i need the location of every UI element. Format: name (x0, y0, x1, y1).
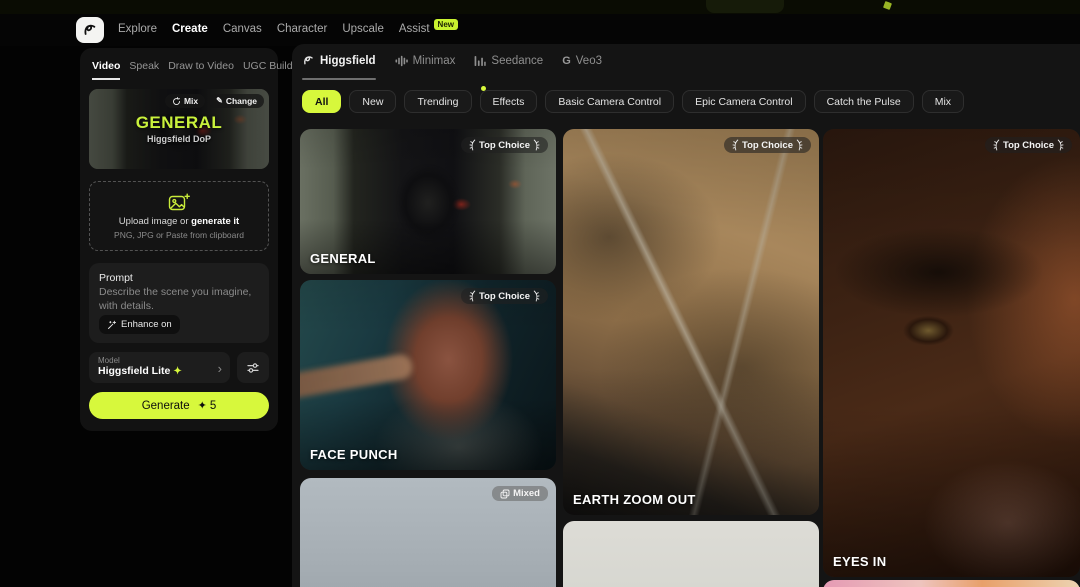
waveform-icon (395, 55, 408, 67)
preset-card-untitled-1[interactable] (563, 521, 819, 587)
upload-hint: PNG, JPG or Paste from clipboard (114, 230, 244, 240)
generate-button[interactable]: Generate ✦ 5 (89, 392, 269, 419)
sliders-icon (246, 361, 260, 375)
filter-epic-camera-control[interactable]: Epic Camera Control (682, 90, 805, 113)
laurel-left-icon (732, 139, 739, 151)
tab-seedance[interactable]: Seedance (474, 55, 543, 67)
new-badge: New (434, 19, 458, 30)
tab-minimax[interactable]: Minimax (395, 55, 456, 67)
nav-create[interactable]: Create (172, 23, 208, 35)
top-choice-badge: Top Choice (985, 137, 1072, 153)
nav-character[interactable]: Character (277, 23, 328, 35)
top-choice-badge: Top Choice (461, 137, 548, 153)
filter-all[interactable]: All (302, 90, 341, 113)
generate-credits: ✦ 5 (198, 399, 217, 412)
prompt-input[interactable]: Prompt Describe the scene you imagine, w… (89, 263, 269, 343)
upload-text: Upload image or generate it (119, 216, 239, 227)
preset-card-untitled-2[interactable] (823, 580, 1080, 587)
prompt-label: Prompt (99, 272, 259, 284)
top-choice-badge: Top Choice (724, 137, 811, 153)
filter-effects[interactable]: Effects (480, 90, 538, 113)
card-title: FACE PUNCH (310, 447, 398, 462)
preset-subtitle: Higgsfield DoP (89, 134, 269, 144)
tab-veo3[interactable]: G Veo3 (562, 55, 602, 67)
model-label: Model (98, 356, 221, 365)
tab-speak[interactable]: Speak (129, 60, 159, 78)
preset-card-face-punch[interactable]: Top Choice FACE PUNCH (300, 280, 556, 470)
active-tab-underline (302, 78, 376, 80)
tab-higgsfield[interactable]: Higgsfield (302, 54, 376, 67)
mixed-badge: Mixed (492, 486, 548, 501)
preset-card-mixed[interactable]: Mixed (300, 478, 556, 587)
top-strip (0, 0, 1080, 14)
main-nav: Explore Create Canvas Character Upscale … (118, 14, 458, 44)
filter-trending[interactable]: Trending (404, 90, 471, 113)
card-shade (300, 280, 556, 470)
laurel-left-icon (993, 139, 1000, 151)
model-value: Higgsfield Lite ✦ (98, 365, 221, 377)
card-image (563, 521, 819, 587)
prompt-placeholder: Describe the scene you imagine, with det… (99, 286, 259, 313)
nav-explore[interactable]: Explore (118, 23, 157, 35)
app-window: Explore Create Canvas Character Upscale … (0, 0, 1080, 587)
model-row: Model Higgsfield Lite ✦ › (89, 352, 269, 383)
nav-upscale[interactable]: Upscale (342, 23, 384, 35)
tab-video[interactable]: Video (92, 60, 120, 80)
google-g-icon: G (562, 55, 571, 67)
upload-dropzone[interactable]: Upload image or generate it PNG, JPG or … (89, 181, 269, 251)
top-strip-pill (706, 0, 784, 13)
bars-icon (474, 55, 486, 67)
gallery-panel: Higgsfield Minimax (292, 44, 1080, 587)
top-choice-badge: Top Choice (461, 288, 548, 304)
card-title: EARTH ZOOM OUT (573, 492, 696, 507)
preset-card-earth-zoom-out[interactable]: Top Choice EARTH ZOOM OUT (563, 129, 819, 515)
squiggle-icon (82, 22, 98, 38)
preset-actions: Mix ✎ Change (165, 94, 264, 108)
sparkle-icon: ✦ (173, 366, 181, 377)
nav-canvas[interactable]: Canvas (223, 23, 262, 35)
model-settings-button[interactable] (237, 352, 269, 383)
laurel-right-icon (796, 139, 803, 151)
card-image (823, 580, 1080, 587)
create-sidebar: Video Speak Draw to Video UGC Builder GE… (80, 48, 278, 431)
wand-icon (107, 320, 117, 330)
notification-dot (481, 86, 486, 91)
laurel-right-icon (533, 290, 540, 302)
laurel-left-icon (469, 139, 476, 151)
filter-chips: All New Trending Effects Basic Camera Co… (302, 90, 964, 113)
top-strip-glyph (883, 1, 892, 10)
pencil-icon: ✎ (216, 97, 223, 105)
mix-button[interactable]: Mix (165, 94, 205, 108)
upload-image-icon (168, 193, 190, 213)
filter-basic-camera-control[interactable]: Basic Camera Control (545, 90, 674, 113)
preset-card-general[interactable]: Top Choice GENERAL (300, 129, 556, 274)
selected-preset-preview[interactable]: GENERAL Higgsfield DoP Mix ✎ Change (89, 89, 269, 169)
filter-catch-the-pulse[interactable]: Catch the Pulse (814, 90, 914, 113)
preset-title: GENERAL (89, 113, 269, 133)
chevron-right-icon: › (218, 361, 222, 376)
card-shade (823, 129, 1080, 577)
model-select[interactable]: Model Higgsfield Lite ✦ › (89, 352, 230, 383)
card-title: GENERAL (310, 251, 376, 266)
enhance-toggle[interactable]: Enhance on (99, 315, 180, 334)
nav-assist[interactable]: Assist New (399, 23, 458, 35)
preset-card-eyes-in[interactable]: Top Choice EYES IN (823, 129, 1080, 577)
tab-draw-to-video[interactable]: Draw to Video (168, 60, 234, 78)
higgsfield-logo[interactable] (76, 17, 104, 43)
filter-new[interactable]: New (349, 90, 396, 113)
card-shade (563, 129, 819, 515)
header: Explore Create Canvas Character Upscale … (0, 14, 1080, 46)
model-tabs: Higgsfield Minimax (302, 54, 602, 67)
laurel-left-icon (469, 290, 476, 302)
change-button[interactable]: ✎ Change (209, 94, 264, 108)
laurel-right-icon (1057, 139, 1064, 151)
squiggle-icon (302, 54, 315, 67)
sparkle-icon: ✦ (198, 399, 207, 412)
card-title: EYES IN (833, 554, 886, 569)
filter-mix[interactable]: Mix (922, 90, 964, 113)
mix-icon (172, 97, 181, 106)
laurel-right-icon (533, 139, 540, 151)
layers-icon (500, 489, 510, 499)
sidebar-tabs: Video Speak Draw to Video UGC Builder (92, 60, 302, 80)
